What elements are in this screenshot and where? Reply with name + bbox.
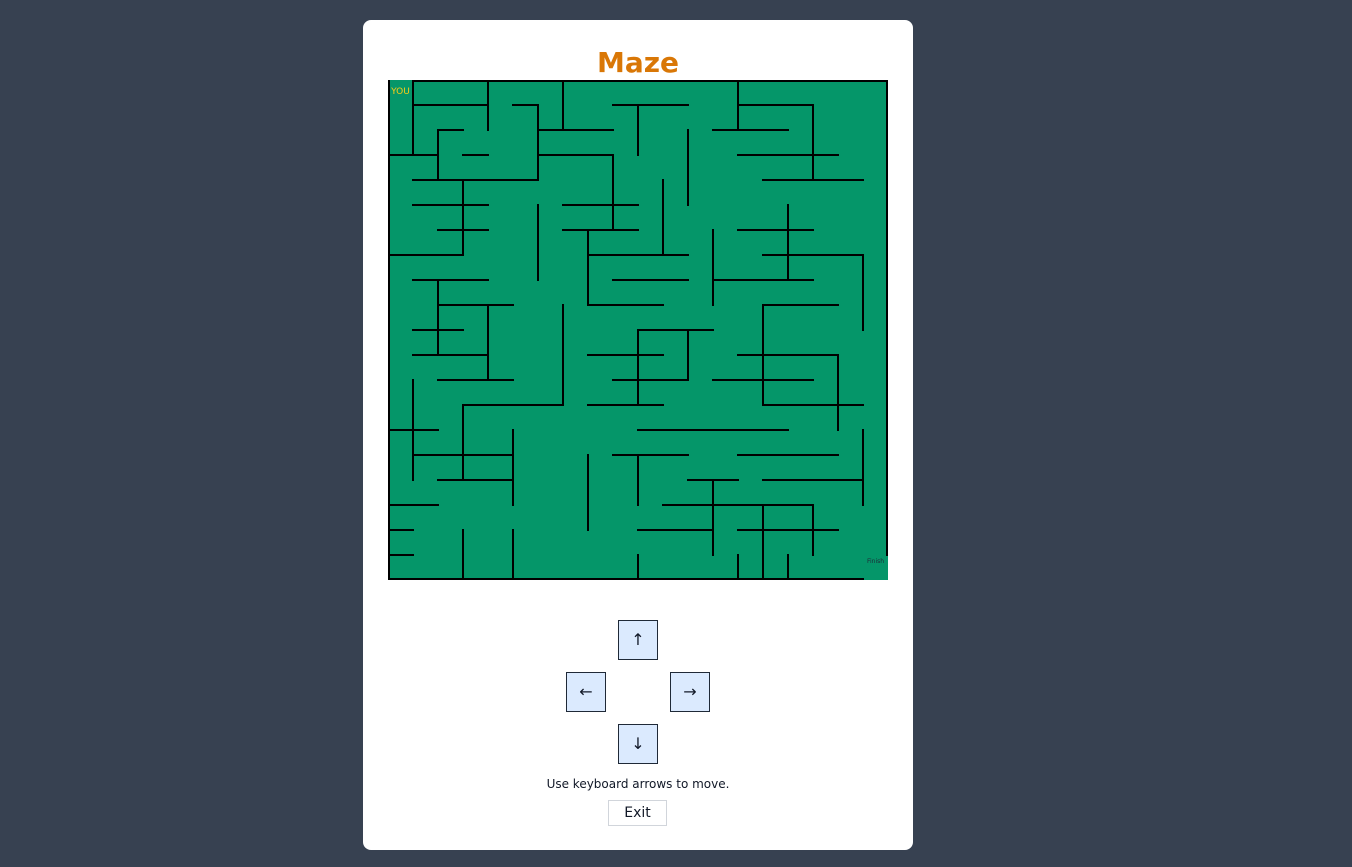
game-title: Maze	[596, 46, 680, 79]
maze-walls	[388, 80, 888, 580]
finish-marker: Finish	[866, 558, 885, 565]
move-up-button[interactable]: ↑	[618, 620, 658, 660]
move-left-button[interactable]: ←	[566, 672, 606, 712]
instructions-text: Use keyboard arrows to move.	[546, 777, 730, 791]
move-right-button[interactable]: →	[670, 672, 710, 712]
exit-button[interactable]: Exit	[608, 800, 667, 826]
player-marker: YOU	[391, 87, 410, 97]
move-down-button[interactable]: ↓	[618, 724, 658, 764]
maze-board: YOU Finish	[388, 80, 888, 580]
game-card: Maze YOU Finish ↑ ← → ↓ Use keyboard arr…	[363, 20, 913, 850]
